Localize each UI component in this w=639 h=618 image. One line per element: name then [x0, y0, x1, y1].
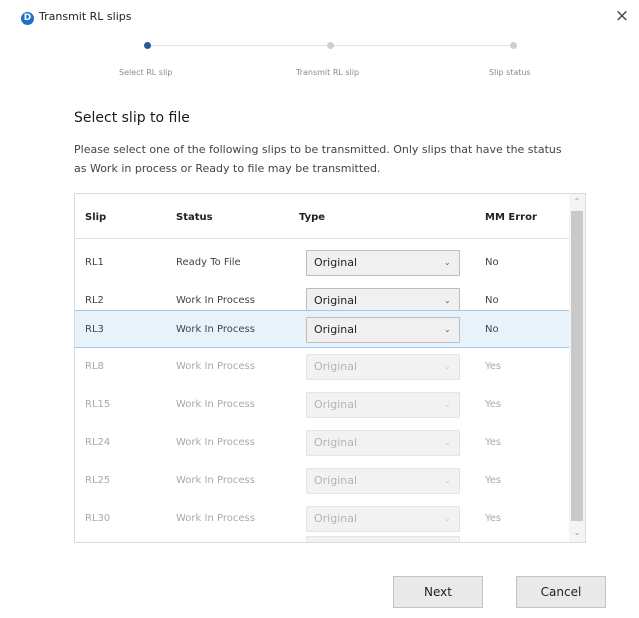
- slips-table: Slip Status Type MM Error RL1 Ready To F…: [74, 193, 586, 543]
- chevron-down-icon: ⌄: [444, 438, 451, 447]
- app-icon: D: [21, 12, 34, 25]
- status-cell: Ready To File: [176, 257, 241, 268]
- table-row: RL24 Work In Process Original ⌄ Yes: [75, 424, 569, 462]
- type-dropdown: Original ⌄: [306, 468, 460, 494]
- mm-error-cell: Yes: [485, 361, 502, 372]
- type-dropdown[interactable]: Original ⌄: [306, 317, 460, 343]
- type-dropdown: Original ⌄: [306, 430, 460, 456]
- table-row-selected[interactable]: RL3 Work In Process Original ⌄ No: [75, 310, 569, 348]
- status-cell: Work In Process: [176, 475, 255, 486]
- mm-error-cell: Yes: [485, 475, 502, 486]
- slip-cell: RL24: [85, 437, 111, 448]
- status-cell: Work In Process: [176, 437, 255, 448]
- mm-error-cell: Yes: [485, 399, 502, 410]
- type-value: Original: [314, 474, 358, 487]
- table-row: RL25 Work In Process Original ⌄ Yes: [75, 462, 569, 500]
- section-title: Select slip to file: [74, 110, 190, 126]
- step-dot-transmit: [327, 42, 334, 49]
- type-value: Original: [314, 398, 358, 411]
- step-label-transmit: Transmit RL slip: [296, 68, 360, 77]
- slip-cell: RL8: [85, 361, 104, 372]
- type-dropdown[interactable]: Original ⌄: [306, 250, 460, 276]
- status-cell: Work In Process: [176, 399, 255, 410]
- column-header-mm-error[interactable]: MM Error: [485, 212, 537, 223]
- chevron-down-icon: ⌄: [444, 400, 451, 409]
- chevron-down-icon: ⌄: [444, 362, 451, 371]
- column-header-slip[interactable]: Slip: [85, 212, 106, 223]
- table-row[interactable]: RL1 Ready To File Original ⌄ No: [75, 244, 569, 282]
- header-divider: [75, 238, 569, 239]
- table-row-partial: [75, 530, 569, 542]
- type-dropdown: Original ⌄: [306, 354, 460, 380]
- chevron-down-icon: ⌄: [444, 325, 451, 334]
- section-description: Please select one of the following slips…: [74, 143, 562, 175]
- slip-cell: RL1: [85, 257, 104, 268]
- cancel-button[interactable]: Cancel: [516, 576, 606, 608]
- chevron-down-icon: ⌄: [444, 514, 451, 523]
- step-label-status: Slip status: [489, 68, 531, 77]
- type-value: Original: [314, 256, 358, 269]
- close-icon[interactable]: ×: [611, 5, 633, 27]
- step-dot-select: [144, 42, 151, 49]
- slip-cell: RL15: [85, 399, 111, 410]
- next-button[interactable]: Next: [393, 576, 483, 608]
- table-scrollbar[interactable]: ⌃ ⌄: [569, 194, 585, 542]
- scroll-up-icon[interactable]: ⌃: [569, 196, 585, 208]
- status-cell: Work In Process: [176, 361, 255, 372]
- table-row: RL15 Work In Process Original ⌄ Yes: [75, 386, 569, 424]
- mm-error-cell: No: [485, 324, 499, 335]
- table-row: RL8 Work In Process Original ⌄ Yes: [75, 348, 569, 386]
- scroll-down-icon[interactable]: ⌄: [569, 527, 585, 539]
- type-dropdown: Original ⌄: [306, 506, 460, 532]
- window-title: Transmit RL slips: [39, 10, 132, 23]
- type-value: Original: [314, 360, 358, 373]
- step-label-select: Select RL slip: [119, 68, 173, 77]
- type-value: Original: [314, 323, 358, 336]
- chevron-down-icon: ⌄: [444, 476, 451, 485]
- slip-cell: RL3: [85, 324, 104, 335]
- slip-cell: RL25: [85, 475, 111, 486]
- column-header-type[interactable]: Type: [299, 212, 325, 223]
- status-cell: Work In Process: [176, 324, 255, 335]
- title-bar: D Transmit RL slips ×: [0, 0, 639, 36]
- type-dropdown: [306, 536, 460, 542]
- chevron-down-icon: ⌄: [444, 258, 451, 267]
- column-header-status[interactable]: Status: [176, 212, 213, 223]
- mm-error-cell: Yes: [485, 437, 502, 448]
- type-value: Original: [314, 512, 358, 525]
- step-dot-status: [510, 42, 517, 49]
- type-value: Original: [314, 436, 358, 449]
- scroll-thumb[interactable]: [571, 211, 583, 521]
- mm-error-cell: No: [485, 257, 499, 268]
- type-dropdown: Original ⌄: [306, 392, 460, 418]
